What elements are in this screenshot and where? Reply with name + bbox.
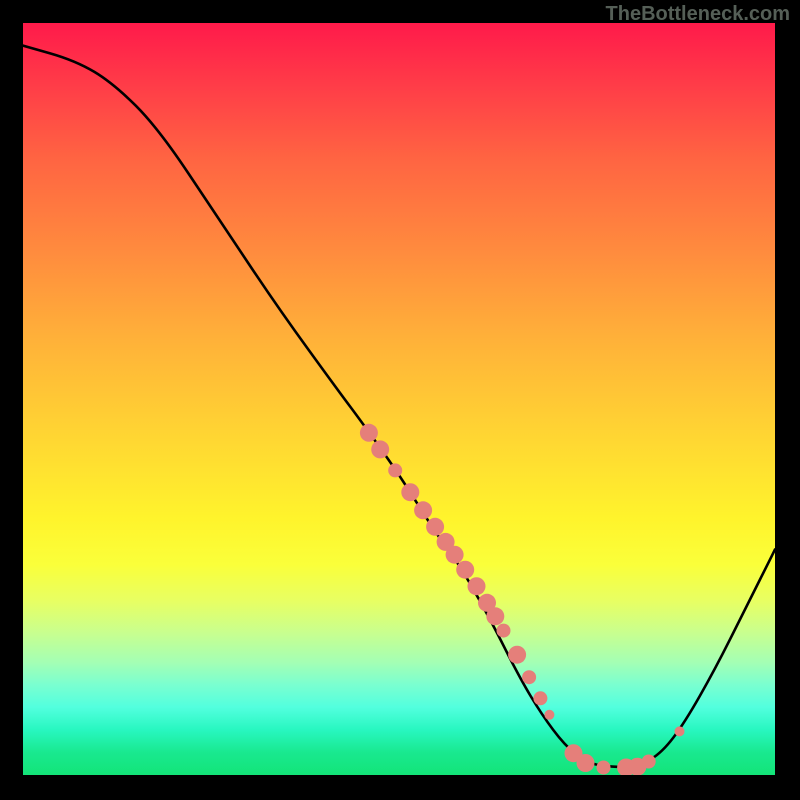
chart-container: TheBottleneck.com: [0, 0, 800, 800]
data-marker: [533, 691, 547, 705]
data-marker: [446, 546, 464, 564]
data-marker: [456, 561, 474, 579]
data-marker: [468, 577, 486, 595]
curve-svg: [23, 23, 775, 775]
data-marker: [508, 646, 526, 664]
data-markers: [360, 424, 685, 775]
plot-area: [23, 23, 775, 775]
data-marker: [497, 624, 511, 638]
data-marker: [360, 424, 378, 442]
data-marker: [401, 483, 419, 501]
data-marker: [544, 710, 554, 720]
data-marker: [371, 440, 389, 458]
data-marker: [597, 761, 611, 775]
data-marker: [414, 501, 432, 519]
bottleneck-curve-path: [23, 46, 775, 767]
data-marker: [388, 463, 402, 477]
data-marker: [486, 607, 504, 625]
data-marker: [522, 670, 536, 684]
data-marker: [577, 754, 595, 772]
data-marker: [426, 518, 444, 536]
watermark-text: TheBottleneck.com: [606, 3, 790, 26]
data-marker: [675, 726, 685, 736]
data-marker: [642, 755, 656, 769]
